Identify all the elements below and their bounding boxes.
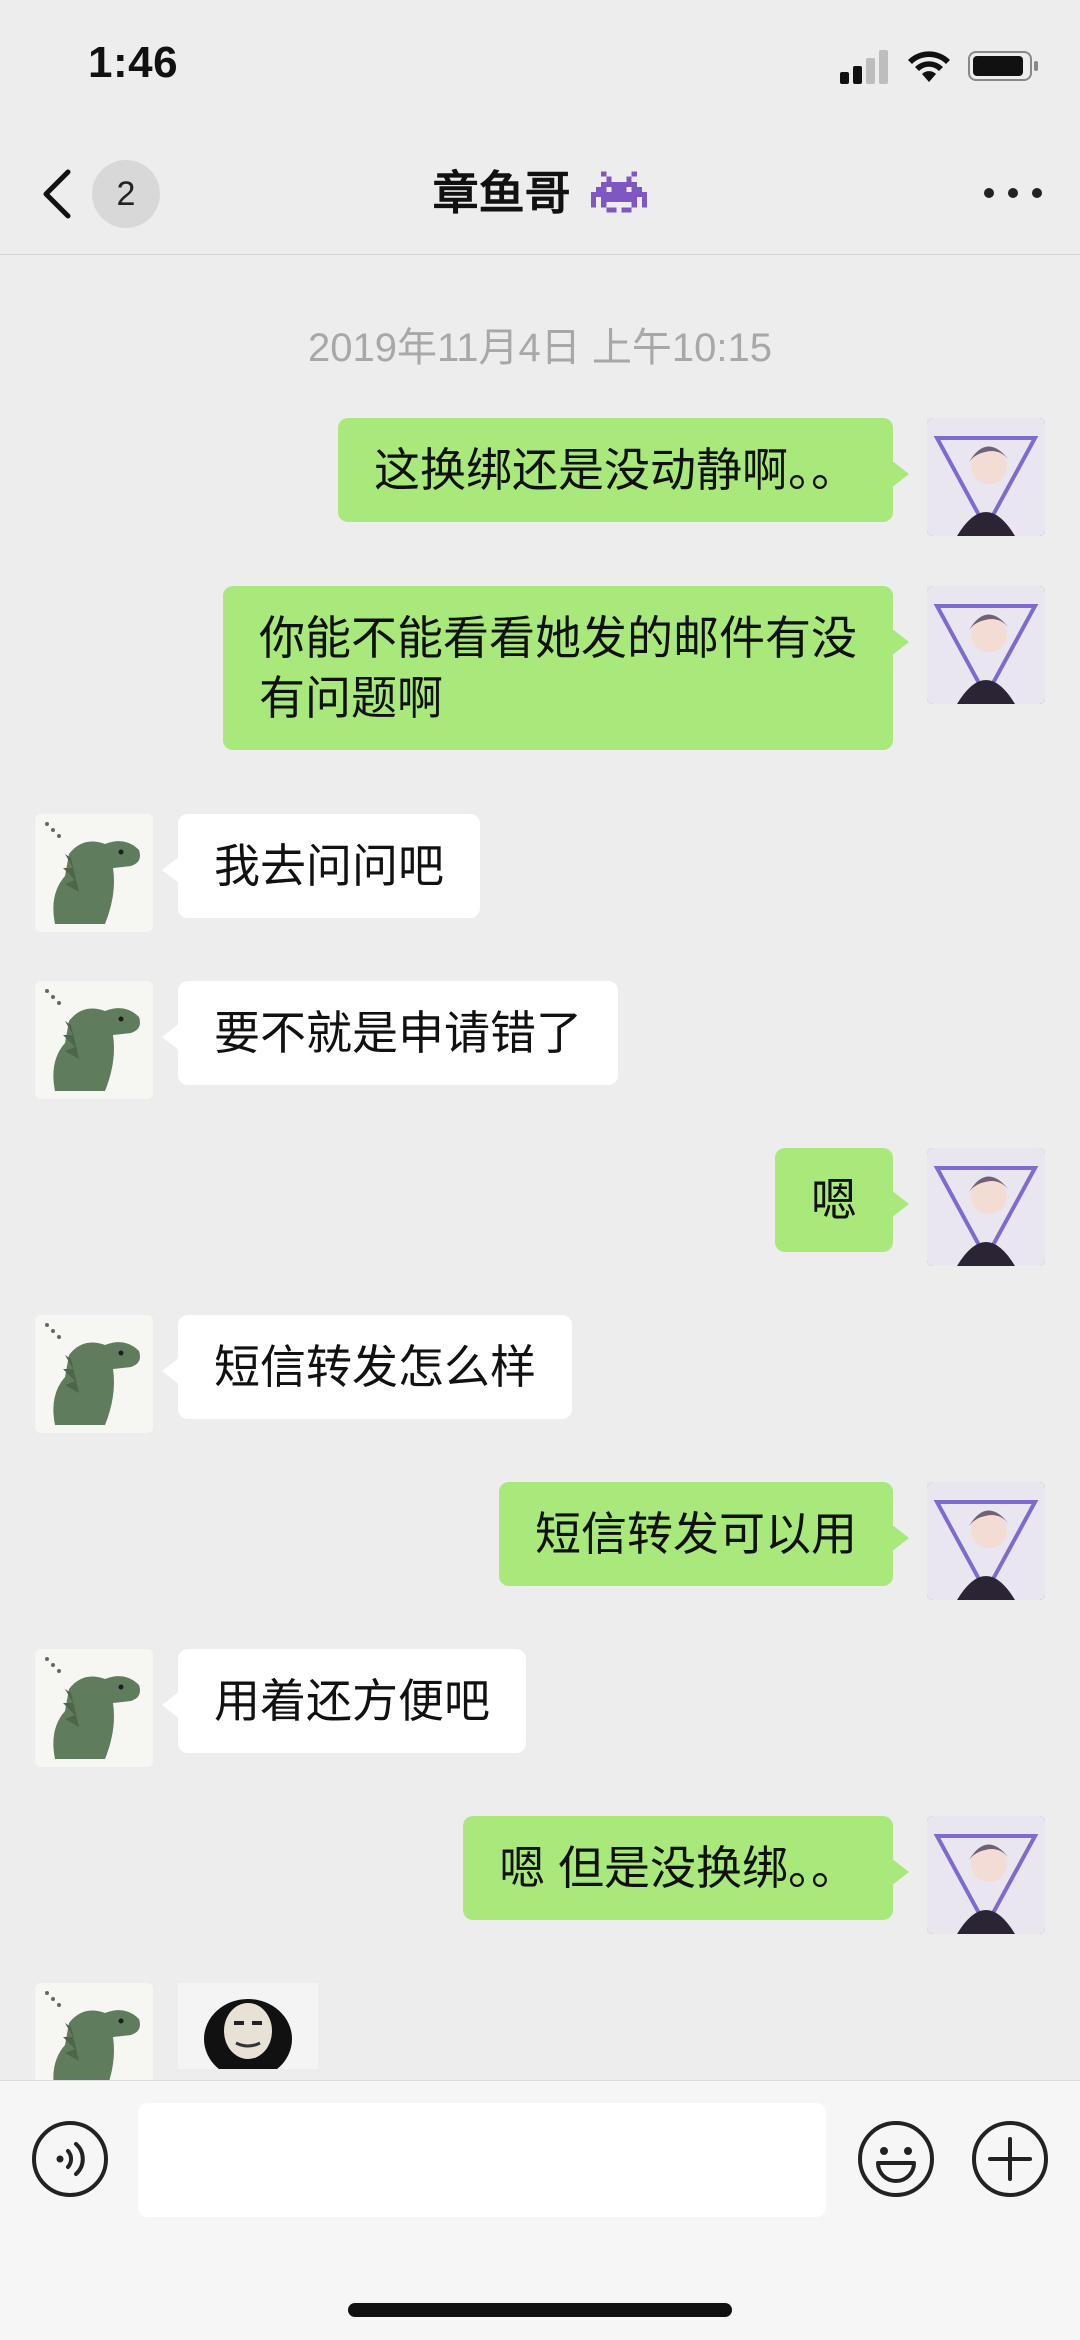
status-icons [840, 48, 1040, 84]
more-options-button[interactable] [980, 170, 1046, 216]
unread-count-badge: 2 [92, 160, 160, 228]
status-bar: 1:46 [0, 0, 1080, 132]
message-list[interactable]: 2019年11月4日 上午10:15 这换绑还是没动静啊。。 你能不能看看她发的… [0, 255, 1080, 2080]
battery-icon [968, 51, 1038, 81]
chat-title-text: 章鱼哥 [432, 167, 571, 219]
voice-icon[interactable] [30, 2119, 110, 2199]
my-message-bubble[interactable]: 这换绑还是没动静啊。。 [338, 418, 909, 522]
contact-avatar[interactable] [35, 1649, 153, 1767]
dinosaur-icon [35, 814, 153, 932]
dinosaur-icon [35, 981, 153, 1099]
message-input[interactable] [138, 2103, 826, 2217]
plus-icon[interactable] [970, 2119, 1050, 2199]
home-indicator[interactable] [348, 2303, 732, 2317]
my-avatar[interactable] [927, 1148, 1045, 1266]
user-portrait-icon [927, 1148, 1045, 1266]
user-portrait-icon [927, 1816, 1045, 1934]
meme-face-icon [178, 1983, 318, 2069]
dinosaur-icon [35, 1983, 153, 2080]
contact-avatar[interactable] [35, 814, 153, 932]
emoji-icon[interactable] [856, 2119, 936, 2199]
my-message-bubble[interactable]: 嗯 [775, 1148, 909, 1252]
alien-monster-icon [591, 171, 648, 213]
contact-avatar[interactable] [35, 1315, 153, 1433]
contact-avatar[interactable] [35, 981, 153, 1099]
chat-header: 2 章鱼哥 [0, 132, 1080, 255]
contact-message-bubble[interactable]: 要不就是申请错了 [162, 981, 618, 1085]
chevron-left-icon [43, 169, 71, 219]
contact-message-bubble[interactable]: 用着还方便吧 [162, 1649, 526, 1753]
back-button[interactable]: 2 [40, 156, 170, 230]
user-portrait-icon [927, 1482, 1045, 1600]
my-message-bubble[interactable]: 你能不能看看她发的邮件有没 有问题啊 [223, 586, 909, 750]
input-bar [0, 2080, 1080, 2340]
dinosaur-icon [35, 1315, 153, 1433]
contact-avatar[interactable] [35, 1983, 153, 2080]
contact-message-bubble[interactable]: 我去问问吧 [162, 814, 480, 918]
dinosaur-icon [35, 1649, 153, 1767]
contact-message-bubble[interactable]: 短信转发怎么样 [162, 1315, 572, 1419]
meme-sticker[interactable] [178, 1983, 318, 2069]
cellular-signal-icon [840, 48, 892, 84]
my-avatar[interactable] [927, 418, 1045, 536]
my-avatar[interactable] [927, 1482, 1045, 1600]
my-message-bubble[interactable]: 短信转发可以用 [499, 1482, 909, 1586]
status-time: 1:46 [88, 38, 179, 87]
user-portrait-icon [927, 586, 1045, 704]
my-message-bubble[interactable]: 嗯 但是没换绑。。 [463, 1816, 909, 1920]
my-avatar[interactable] [927, 1816, 1045, 1934]
chat-title: 章鱼哥 [240, 162, 840, 224]
wifi-icon [908, 51, 950, 82]
message-timestamp: 2019年11月4日 上午10:15 [308, 326, 772, 370]
my-avatar[interactable] [927, 586, 1045, 704]
user-portrait-icon [927, 418, 1045, 536]
